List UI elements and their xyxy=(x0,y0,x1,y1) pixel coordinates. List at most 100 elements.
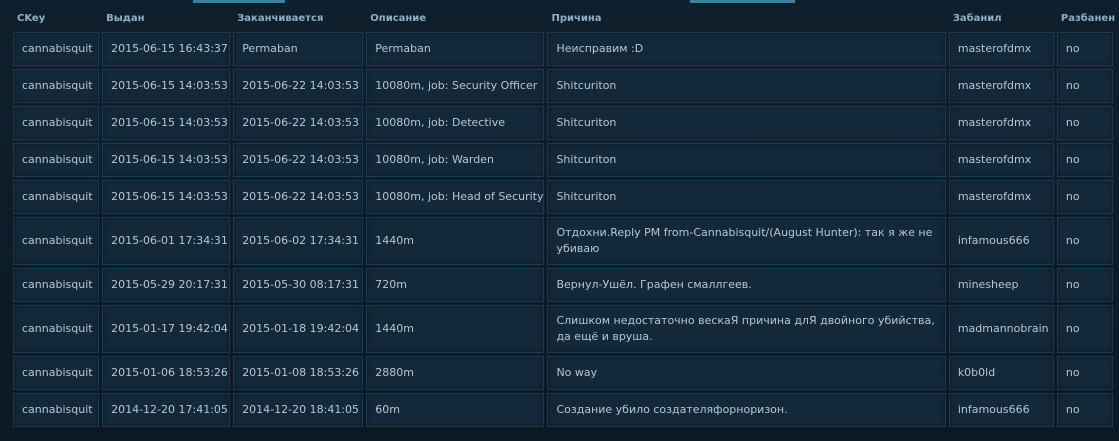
cell-issued-text: 2015-06-01 17:34:31 xyxy=(111,234,228,247)
cell-reason-text: Shitcuriton xyxy=(556,79,617,92)
cell-banned-by-text: infamous666 xyxy=(957,403,1030,416)
cell-reason: Вернул-Ушёл. Графен смаллгеев. xyxy=(547,268,946,302)
cell-unbanned: no xyxy=(1056,32,1113,66)
cell-description: 10080m, job: Head of Security xyxy=(366,180,545,214)
cell-expires-text: 2015-06-22 14:03:53 xyxy=(242,190,360,203)
cell-unbanned: no xyxy=(1056,393,1113,427)
cell-issued: 2015-01-17 19:42:04 xyxy=(102,305,231,353)
cell-expires-text: 2014-12-20 18:41:05 xyxy=(242,403,360,416)
cell-issued: 2015-06-15 14:03:53 xyxy=(102,180,231,214)
cell-description: 1440m xyxy=(366,217,545,265)
cell-ckey-text: cannabisquit xyxy=(22,190,93,203)
table-row[interactable]: cannabisquit 2015-06-15 16:43:37 Permaban P… xyxy=(13,32,1113,66)
cell-banned-by: infamous666 xyxy=(948,393,1054,427)
cell-reason: Shitcuriton xyxy=(547,180,946,214)
cell-issued-text: 2015-06-15 16:43:37 xyxy=(111,42,228,55)
cell-ckey: cannabisquit xyxy=(13,69,100,103)
cell-unbanned-text: no xyxy=(1065,278,1080,291)
cell-unbanned-text: no xyxy=(1065,322,1080,335)
cell-ckey-text: cannabisquit xyxy=(22,234,93,247)
cell-reason-text: Shitcuriton xyxy=(556,153,617,166)
cell-description-text: 2880m xyxy=(375,366,415,379)
table-row[interactable]: cannabisquit 2015-01-06 18:53:26 2015-01-0… xyxy=(13,356,1113,390)
cell-unbanned: no xyxy=(1056,180,1113,214)
table-row[interactable]: cannabisquit 2015-01-17 19:42:04 2015-01-1… xyxy=(13,305,1113,353)
column-header-reason[interactable]: Причина xyxy=(547,7,945,29)
table-row[interactable]: cannabisquit 2015-06-15 14:03:53 2015-06-2… xyxy=(13,143,1113,177)
cell-description: 60m xyxy=(366,393,545,427)
cell-reason: Создание убило создателяфорноризон. xyxy=(547,393,946,427)
cell-ckey-text: cannabisquit xyxy=(22,42,93,55)
cell-description-text: 720m xyxy=(375,278,408,291)
cell-unbanned: no xyxy=(1056,217,1113,265)
cell-banned-by-text: k0b0ld xyxy=(957,366,996,379)
cell-ckey-text: cannabisquit xyxy=(22,366,93,379)
cell-expires-text: 2015-01-18 19:42:04 xyxy=(242,322,360,335)
cell-banned-by: masterofdmx xyxy=(948,180,1054,214)
cell-issued-text: 2015-06-15 14:03:53 xyxy=(111,190,228,203)
cell-issued-text: 2015-01-17 19:42:04 xyxy=(111,322,228,335)
cell-expires: 2015-01-18 19:42:04 xyxy=(233,305,364,353)
cell-description-text: Permaban xyxy=(375,42,431,55)
table-row[interactable]: cannabisquit 2015-06-15 14:03:53 2015-06-2… xyxy=(13,106,1113,140)
cell-ckey: cannabisquit xyxy=(13,180,100,214)
cell-issued-text: 2015-05-29 20:17:31 xyxy=(111,278,228,291)
top-bar xyxy=(0,0,1119,3)
cell-ckey-text: cannabisquit xyxy=(22,322,93,335)
table-row[interactable]: cannabisquit 2015-06-15 14:03:53 2015-06-2… xyxy=(13,180,1113,214)
cell-issued: 2015-06-15 16:43:37 xyxy=(102,32,231,66)
cell-expires: 2015-06-22 14:03:53 xyxy=(233,106,364,140)
cell-ckey: cannabisquit xyxy=(13,305,100,353)
column-header-expires[interactable]: Заканчивается xyxy=(233,7,363,29)
cell-unbanned-text: no xyxy=(1065,366,1080,379)
cell-description: 720m xyxy=(366,268,545,302)
table-row[interactable]: cannabisquit 2014-12-20 17:41:05 2014-12-2… xyxy=(13,393,1113,427)
column-header-unbanned[interactable]: Разбанен xyxy=(1057,7,1115,29)
cell-description-text: 10080m, job: Head of Security xyxy=(375,190,544,203)
cell-banned-by-text: minesheep xyxy=(957,278,1019,291)
column-header-ckey[interactable]: CKey xyxy=(13,7,99,29)
cell-issued: 2015-06-01 17:34:31 xyxy=(102,217,231,265)
cell-banned-by-text: masterofdmx xyxy=(957,190,1032,203)
cell-unbanned: no xyxy=(1056,305,1113,353)
cell-ckey-text: cannabisquit xyxy=(22,278,93,291)
cell-unbanned-text: no xyxy=(1065,190,1080,203)
cell-ckey: cannabisquit xyxy=(13,393,100,427)
cell-description: 2880m xyxy=(366,356,545,390)
cell-ckey: cannabisquit xyxy=(13,356,100,390)
cell-expires-text: 2015-05-30 08:17:31 xyxy=(242,278,360,291)
cell-expires-text: Permaban xyxy=(242,42,298,55)
cell-banned-by-text: masterofdmx xyxy=(957,79,1032,92)
cell-issued: 2015-05-29 20:17:31 xyxy=(102,268,231,302)
cell-expires-text: 2015-01-08 18:53:26 xyxy=(242,366,360,379)
cell-banned-by-text: masterofdmx xyxy=(957,153,1032,166)
cell-banned-by: madmannobrain xyxy=(948,305,1054,353)
cell-ckey: cannabisquit xyxy=(13,268,100,302)
cell-unbanned-text: no xyxy=(1065,42,1080,55)
cell-banned-by: masterofdmx xyxy=(948,69,1054,103)
cell-expires: 2015-06-22 14:03:53 xyxy=(233,69,364,103)
cell-expires: 2015-05-30 08:17:31 xyxy=(233,268,364,302)
table-row[interactable]: cannabisquit 2015-06-15 14:03:53 2015-06-2… xyxy=(13,69,1113,103)
cell-issued-text: 2014-12-20 17:41:05 xyxy=(111,403,228,416)
cell-unbanned: no xyxy=(1056,356,1113,390)
cell-unbanned: no xyxy=(1056,268,1113,302)
cell-banned-by-text: masterofdmx xyxy=(957,116,1032,129)
table-row[interactable]: cannabisquit 2015-05-29 20:17:31 2015-05-3… xyxy=(13,268,1113,302)
cell-reason: No way xyxy=(547,356,946,390)
cell-banned-by-text: masterofdmx xyxy=(957,42,1032,55)
cell-issued: 2014-12-20 17:41:05 xyxy=(102,393,231,427)
column-header-issued[interactable]: Выдан xyxy=(102,7,230,29)
cell-reason: Shitcuriton xyxy=(547,106,946,140)
cell-reason: Shitcuriton xyxy=(547,69,946,103)
cell-issued: 2015-06-15 14:03:53 xyxy=(102,69,231,103)
tab-indicator[interactable] xyxy=(690,0,795,3)
column-header-description[interactable]: Описание xyxy=(366,7,544,29)
cell-description: 10080m, job: Security Officer xyxy=(366,69,545,103)
cell-unbanned: no xyxy=(1056,143,1113,177)
table-row[interactable]: cannabisquit 2015-06-01 17:34:31 2015-06-0… xyxy=(13,217,1113,265)
active-tab-indicator[interactable] xyxy=(193,0,285,3)
column-header-banned-by[interactable]: Забанил xyxy=(949,7,1054,29)
cell-banned-by-text: madmannobrain xyxy=(957,322,1049,335)
cell-ckey: cannabisquit xyxy=(13,217,100,265)
